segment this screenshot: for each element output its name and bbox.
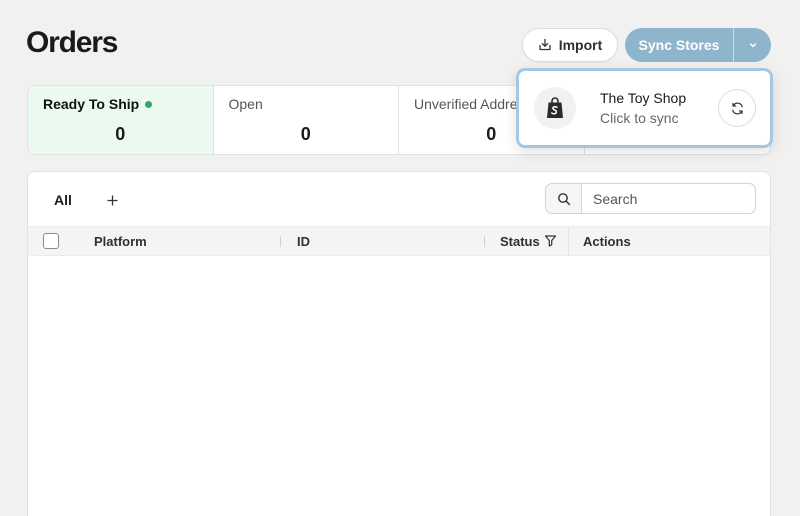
refresh-icon [731, 102, 743, 114]
table-header: Platform ID Status Actions [28, 226, 770, 256]
sync-store-button[interactable] [718, 89, 756, 127]
column-status[interactable]: Status [500, 234, 540, 249]
store-name: The Toy Shop [600, 90, 687, 106]
plus-icon [106, 194, 118, 206]
tab-open[interactable]: Open 0 [214, 86, 399, 154]
tab-ready-to-ship[interactable]: Ready To Ship 0 [28, 86, 214, 154]
search-button[interactable] [545, 183, 582, 214]
tab-label: Ready To Ship [43, 96, 198, 112]
column-actions: Actions [583, 234, 631, 249]
chevron-down-icon [749, 43, 756, 48]
column-separator [484, 236, 485, 247]
search-input[interactable] [582, 183, 756, 214]
store-logo [534, 87, 576, 129]
orders-table-card: All Platform ID Status Actions [27, 171, 771, 516]
sync-stores-button[interactable]: Sync Stores [625, 28, 733, 62]
tab-label: Open [228, 96, 263, 112]
sync-stores-split-button: Sync Stores [625, 28, 771, 62]
search-icon [557, 192, 570, 205]
select-all-checkbox[interactable] [43, 233, 59, 249]
tab-count: 0 [300, 124, 311, 144]
sync-stores-dropdown-toggle[interactable] [734, 28, 771, 62]
column-platform[interactable]: Platform [94, 234, 147, 249]
import-label: Import [558, 37, 603, 53]
sync-stores-popover: The Toy Shop Click to sync [516, 68, 773, 148]
column-id[interactable]: ID [297, 234, 310, 249]
view-tab-all[interactable]: All [44, 188, 82, 212]
tab-count: 0 [115, 124, 126, 144]
status-dot [145, 100, 153, 108]
store-subtitle: Click to sync [600, 110, 679, 126]
orders-page: Orders Import Sync Stores Ready To Ship … [0, 0, 800, 516]
column-separator [280, 236, 281, 247]
page-title: Orders [26, 26, 118, 59]
column-separator [568, 227, 569, 255]
import-button[interactable]: Import [522, 28, 618, 62]
add-view-button[interactable] [101, 189, 123, 211]
download-icon [539, 38, 551, 51]
shopify-bag-icon [547, 97, 563, 118]
tab-label-text: Ready To Ship [43, 96, 140, 112]
store-info[interactable]: The Toy Shop Click to sync [600, 88, 718, 128]
filter-icon[interactable] [544, 234, 557, 247]
